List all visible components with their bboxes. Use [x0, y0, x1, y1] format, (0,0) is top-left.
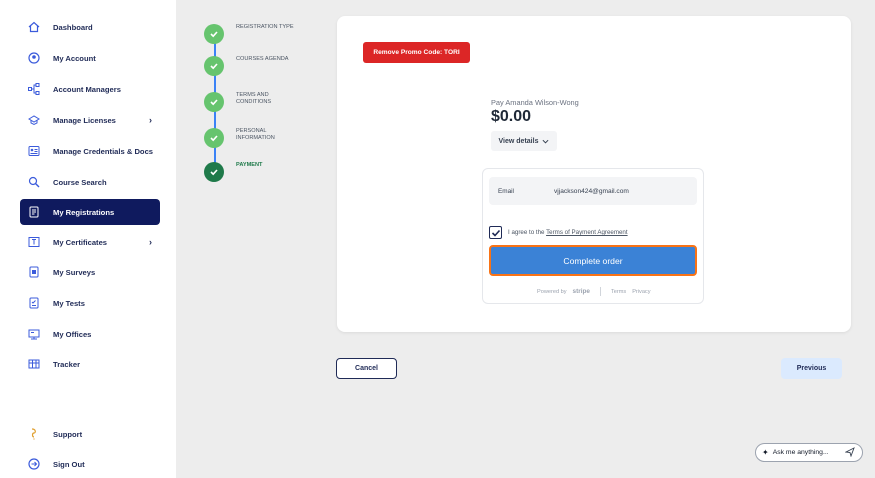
- credentials-icon: [27, 144, 41, 158]
- terms-of-payment-link[interactable]: Terms of Payment Agreement: [546, 229, 628, 236]
- search-icon: [27, 175, 41, 189]
- chevron-down-icon: [542, 139, 549, 144]
- check-icon: [204, 162, 224, 182]
- chevron-right-icon: ›: [149, 237, 152, 247]
- step-payment[interactable]: Payment: [204, 162, 296, 182]
- agree-checkbox[interactable]: [489, 226, 502, 239]
- complete-order-button[interactable]: Complete order: [489, 245, 697, 276]
- step-courses-agenda[interactable]: Courses Agenda: [204, 56, 296, 76]
- sidebar-item-account-managers[interactable]: Account Managers: [20, 76, 160, 102]
- sidebar-item-my-certificates[interactable]: My Certificates ›: [20, 229, 160, 255]
- email-field[interactable]: Email vjjackson424@gmail.com: [489, 177, 697, 205]
- sparkle-icon: ✦: [762, 448, 769, 457]
- previous-button[interactable]: Previous: [781, 358, 842, 379]
- sidebar-item-course-search[interactable]: Course Search: [20, 169, 160, 195]
- check-icon: [204, 128, 224, 148]
- powered-by-stripe: Powered by stripe Terms Privacy: [537, 287, 651, 296]
- sidebar-item-my-surveys[interactable]: My Surveys: [20, 259, 160, 285]
- registrations-icon: [27, 205, 41, 219]
- sidebar-item-sign-out[interactable]: Sign Out: [20, 451, 160, 477]
- org-chart-icon: [27, 82, 41, 96]
- sidebar-item-my-account[interactable]: My Account: [20, 45, 160, 71]
- divider: [599, 287, 601, 296]
- ask-assistant-button[interactable]: ✦ Ask me anything...: [755, 443, 863, 462]
- account-icon: [27, 51, 41, 65]
- sidebar-item-my-tests[interactable]: My Tests: [20, 290, 160, 316]
- check-icon: [204, 56, 224, 76]
- tracker-icon: [27, 357, 41, 371]
- agreement-row: I agree to the Terms of Payment Agreemen…: [489, 226, 628, 239]
- test-icon: [27, 296, 41, 310]
- sidebar: Dashboard My Account Account Managers Ma…: [0, 0, 176, 478]
- stripe-terms-link[interactable]: Terms: [611, 289, 626, 295]
- office-icon: [27, 327, 41, 341]
- sidebar-item-support[interactable]: Support: [20, 421, 160, 447]
- payee-text: Pay Amanda Wilson-Wong: [491, 98, 579, 107]
- check-icon: [204, 24, 224, 44]
- payment-amount: $0.00: [491, 108, 532, 125]
- license-icon: [27, 113, 41, 127]
- sidebar-item-manage-licenses[interactable]: Manage Licenses ›: [20, 107, 160, 133]
- step-personal-information[interactable]: Personal Information: [204, 128, 296, 148]
- sidebar-item-dashboard[interactable]: Dashboard: [20, 14, 160, 40]
- stripe-logo: stripe: [572, 288, 590, 295]
- support-icon: [27, 427, 41, 441]
- sidebar-item-my-offices[interactable]: My Offices: [20, 321, 160, 347]
- sidebar-item-manage-credentials[interactable]: Manage Credentials & Docs: [20, 138, 160, 164]
- send-icon: [844, 447, 855, 459]
- step-registration-type[interactable]: Registration Type: [204, 24, 296, 44]
- sidebar-item-tracker[interactable]: Tracker: [20, 351, 160, 377]
- stripe-privacy-link[interactable]: Privacy: [632, 289, 650, 295]
- email-value: vjjackson424@gmail.com: [554, 187, 629, 195]
- chevron-right-icon: ›: [149, 115, 152, 125]
- remove-promo-code-button[interactable]: Remove Promo Code: TORI: [363, 42, 470, 63]
- certificate-icon: [27, 235, 41, 249]
- step-terms-and-conditions[interactable]: Terms and Conditions: [204, 92, 296, 112]
- cancel-button[interactable]: Cancel: [336, 358, 397, 379]
- survey-icon: [27, 265, 41, 279]
- home-icon: [27, 20, 41, 34]
- view-details-button[interactable]: View details: [491, 131, 557, 151]
- sidebar-item-my-registrations[interactable]: My Registrations: [20, 199, 160, 225]
- sign-out-icon: [27, 457, 41, 471]
- check-icon: [204, 92, 224, 112]
